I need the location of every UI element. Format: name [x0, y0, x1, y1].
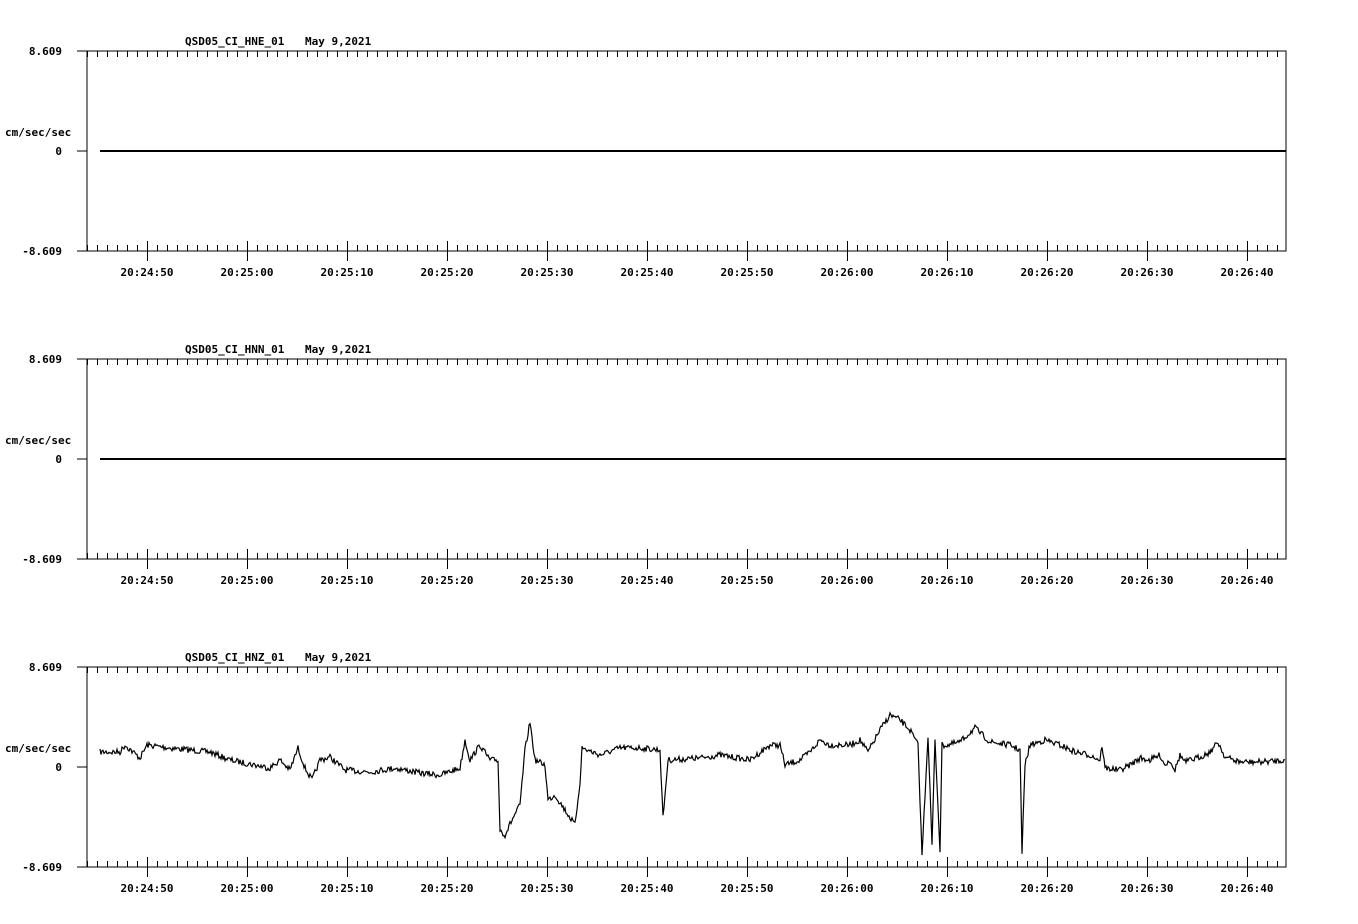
x-tick-label: 20:24:50	[121, 882, 174, 895]
trace-line-hnz	[99, 711, 1286, 856]
channel-title: QSD05_CI_HNZ_01	[185, 651, 285, 664]
y-tick-label: -8.609	[22, 861, 62, 874]
channel-title: QSD05_CI_HNN_01	[185, 343, 285, 356]
x-tick-label: 20:26:10	[921, 882, 974, 895]
panel-hne: QSD05_CI_HNE_01 May 9,2021 cm/sec/sec 8.609…	[5, 35, 1287, 279]
x-tick-label: 20:26:00	[821, 266, 874, 279]
x-tick-label: 20:26:40	[1221, 574, 1274, 587]
x-tick-label: 20:25:10	[321, 882, 374, 895]
x-tick-label: 20:25:30	[521, 882, 574, 895]
channel-title: QSD05_CI_HNE_01	[185, 35, 285, 48]
x-tick-label: 20:26:30	[1121, 574, 1174, 587]
x-tick-label: 20:26:30	[1121, 266, 1174, 279]
x-tick-label: 20:25:00	[221, 882, 274, 895]
x-tick-label: 20:26:10	[921, 574, 974, 587]
y-tick-label: 8.609	[29, 661, 62, 674]
seismogram-figure: QSD05_CI_HNE_01 May 9,2021 cm/sec/sec 8.609…	[5, 35, 1287, 895]
x-tick-label: 20:26:20	[1021, 266, 1074, 279]
x-tick-label: 20:24:50	[121, 266, 174, 279]
x-tick-label: 20:25:20	[421, 574, 474, 587]
y-axis-label: cm/sec/sec	[5, 126, 71, 139]
y-tick-label: 0	[55, 761, 62, 774]
x-tick-label: 20:25:30	[521, 574, 574, 587]
x-tick-label: 20:25:00	[221, 574, 274, 587]
date-label: May 9,2021	[305, 343, 372, 356]
y-tick-label: 8.609	[29, 45, 62, 58]
date-label: May 9,2021	[305, 651, 372, 664]
panel-hnz: QSD05_CI_HNZ_01 May 9,2021 cm/sec/sec 8.609…	[5, 651, 1287, 895]
x-tick-label: 20:26:40	[1221, 882, 1274, 895]
x-tick-label: 20:25:50	[721, 266, 774, 279]
x-tick-label: 20:26:30	[1121, 882, 1174, 895]
y-tick-label: -8.609	[22, 553, 62, 566]
y-axis-label: cm/sec/sec	[5, 742, 71, 755]
y-tick-label: 8.609	[29, 353, 62, 366]
x-tick-label: 20:25:40	[621, 574, 674, 587]
x-tick-label: 20:25:00	[221, 266, 274, 279]
x-tick-label: 20:26:10	[921, 266, 974, 279]
x-tick-label: 20:25:20	[421, 266, 474, 279]
x-tick-label: 20:25:20	[421, 882, 474, 895]
x-tick-label: 20:26:40	[1221, 266, 1274, 279]
x-tick-label: 20:25:10	[321, 266, 374, 279]
x-tick-label: 20:26:20	[1021, 882, 1074, 895]
x-tick-label: 20:26:00	[821, 574, 874, 587]
x-tick-label: 20:25:50	[721, 882, 774, 895]
date-label: May 9,2021	[305, 35, 372, 48]
y-tick-label: 0	[55, 453, 62, 466]
x-tick-label: 20:25:50	[721, 574, 774, 587]
x-tick-label: 20:24:50	[121, 574, 174, 587]
x-tick-label: 20:26:00	[821, 882, 874, 895]
panel-hnn: QSD05_CI_HNN_01 May 9,2021 cm/sec/sec 8.609…	[5, 343, 1287, 587]
x-tick-label: 20:25:40	[621, 882, 674, 895]
x-tick-label: 20:25:30	[521, 266, 574, 279]
x-tick-label: 20:26:20	[1021, 574, 1074, 587]
x-tick-label: 20:25:40	[621, 266, 674, 279]
y-axis-label: cm/sec/sec	[5, 434, 71, 447]
x-tick-label: 20:25:10	[321, 574, 374, 587]
y-tick-label: 0	[55, 145, 62, 158]
y-tick-label: -8.609	[22, 245, 62, 258]
